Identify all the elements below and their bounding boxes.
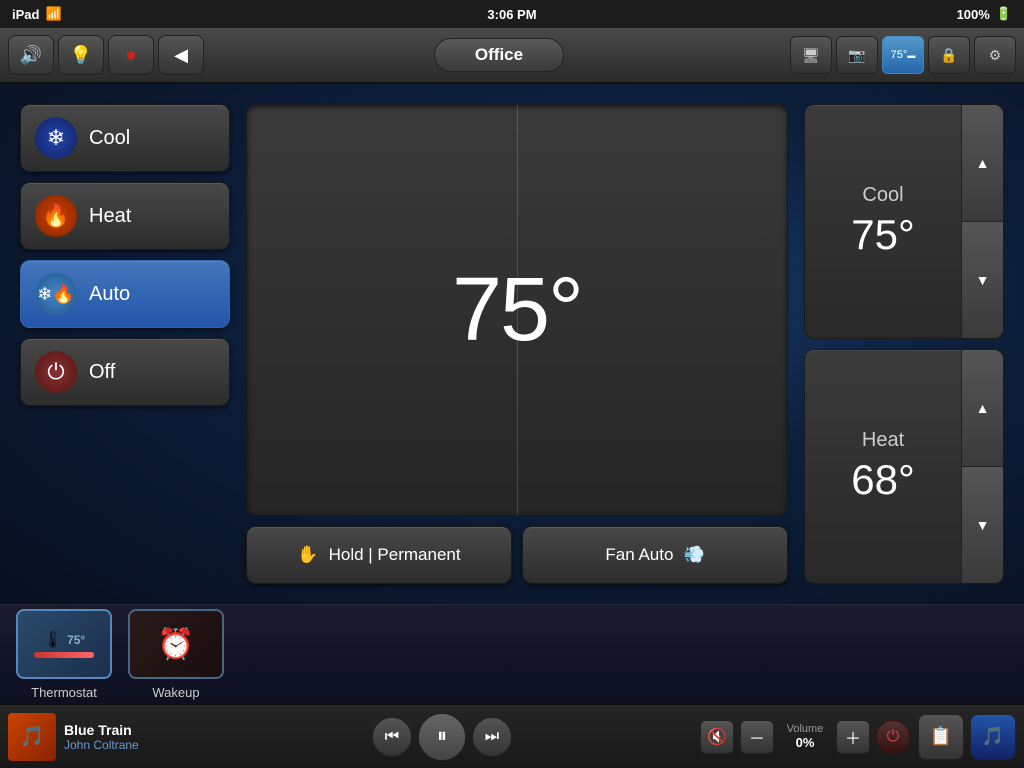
back-button[interactable]: ◀: [158, 35, 204, 75]
wifi-icon: 📶: [45, 6, 61, 22]
power-button[interactable]: ⏻: [876, 720, 910, 754]
pause-button[interactable]: ⏸: [418, 713, 466, 761]
heat-mode-label: Heat: [89, 205, 131, 228]
off-icon: ⏻: [35, 351, 77, 393]
bottom-shelf: 🌡 75° Thermostat ⏰ Wakeup: [0, 604, 1024, 704]
wakeup-shelf-label: Wakeup: [152, 685, 199, 700]
tv-icon-button[interactable]: 🖥: [790, 36, 832, 74]
right-icon-group: 🖥 📷 75°▬ 🔒 ⚙: [790, 36, 1016, 74]
cool-mode-button[interactable]: ❄ Cool: [20, 104, 230, 172]
thermostat-shelf-thumb: 🌡 75°: [16, 609, 112, 679]
device-label: iPad: [12, 7, 39, 22]
temperature-display: 75°: [246, 104, 788, 516]
heat-mode-button[interactable]: 🔥 Heat: [20, 182, 230, 250]
heat-icon: 🔥: [35, 195, 77, 237]
thermostat-shelf-item[interactable]: 🌡 75° Thermostat: [16, 609, 112, 700]
battery-icon: 🔋: [996, 6, 1012, 22]
volume-down-button[interactable]: －: [740, 720, 774, 754]
right-media-buttons: 📋 🎵: [918, 714, 1016, 760]
main-content: ❄ Cool 🔥 Heat ❄🔥 Auto ⏻ Off 75° ✋ Hold |…: [0, 84, 1024, 604]
media-bar: 🎵 Blue Train John Coltrane ⏮ ⏸ ⏭ 🔇 － Vol…: [0, 704, 1024, 768]
cool-up-button[interactable]: ▲: [961, 105, 1003, 222]
wakeup-shelf-thumb: ⏰: [128, 609, 224, 679]
time-display: 3:06 PM: [487, 7, 536, 22]
sound-button[interactable]: 🔊: [8, 35, 54, 75]
heat-setpoint-card: Heat 68° ▲ ▼: [804, 349, 1004, 584]
cool-icon: ❄: [35, 117, 77, 159]
thermostat-thumb-icon: 🌡: [43, 630, 63, 650]
mode-controls: ❄ Cool 🔥 Heat ❄🔥 Auto ⏻ Off: [20, 104, 230, 584]
album-art: 🎵: [8, 713, 56, 761]
prev-button[interactable]: ⏮: [372, 717, 412, 757]
hold-button[interactable]: ✋ Hold | Permanent: [246, 526, 512, 584]
volume-up-button[interactable]: ＋: [836, 720, 870, 754]
thermostat-thumb-temp: 75°: [67, 633, 85, 647]
wakeup-thumb-icon: ⏰: [157, 627, 194, 662]
thermostat-icon-button[interactable]: 75°▬: [882, 36, 924, 74]
lock-icon-button[interactable]: 🔒: [928, 36, 970, 74]
cool-setpoint-arrows: ▲ ▼: [961, 105, 1003, 338]
status-bar: iPad 📶 3:06 PM 100% 🔋: [0, 0, 1024, 28]
volume-label: Volume: [787, 723, 824, 735]
heat-setpoint-arrows: ▲ ▼: [961, 350, 1003, 583]
heat-up-button[interactable]: ▲: [961, 350, 1003, 467]
fan-button[interactable]: Fan Auto 💨: [522, 526, 788, 584]
camera-icon-button[interactable]: 📷: [836, 36, 878, 74]
settings-icon-button[interactable]: ⚙: [974, 36, 1016, 74]
track-artist: John Coltrane: [64, 738, 184, 752]
cool-setpoint-info: Cool 75°: [805, 176, 961, 267]
bottom-controls: ✋ Hold | Permanent Fan Auto 💨: [246, 526, 788, 584]
volume-section: 🔇 － Volume 0% ＋ ⏻: [700, 720, 910, 754]
volume-display: Volume 0%: [780, 723, 830, 750]
fan-label: Fan Auto: [605, 545, 673, 565]
music-button[interactable]: 🎵: [970, 714, 1016, 760]
volume-value: 0%: [796, 735, 815, 750]
auto-mode-label: Auto: [89, 283, 130, 306]
mute-button[interactable]: 🔇: [700, 720, 734, 754]
center-display: 75° ✋ Hold | Permanent Fan Auto 💨: [246, 104, 788, 584]
off-mode-label: Off: [89, 361, 115, 384]
fan-icon: 💨: [683, 545, 704, 565]
track-info: Blue Train John Coltrane: [64, 722, 184, 752]
next-button[interactable]: ⏭: [472, 717, 512, 757]
record-button[interactable]: ⏺: [108, 35, 154, 75]
room-title: Office: [434, 38, 564, 72]
heat-setpoint-value: 68°: [851, 456, 915, 504]
hold-label: Hold | Permanent: [329, 545, 461, 565]
setpoint-controls: Cool 75° ▲ ▼ Heat 68° ▲ ▼: [804, 104, 1004, 584]
heat-setpoint-info: Heat 68°: [805, 421, 961, 512]
thermostat-thumb-bar: [34, 652, 94, 658]
cool-down-button[interactable]: ▼: [961, 222, 1003, 338]
current-temperature: 75°: [452, 259, 582, 362]
cool-setpoint-value: 75°: [851, 211, 915, 259]
light-button[interactable]: 💡: [58, 35, 104, 75]
wakeup-shelf-item[interactable]: ⏰ Wakeup: [128, 609, 224, 700]
cool-mode-label: Cool: [89, 127, 130, 150]
auto-mode-button[interactable]: ❄🔥 Auto: [20, 260, 230, 328]
heat-setpoint-label: Heat: [862, 429, 904, 452]
cool-setpoint-card: Cool 75° ▲ ▼: [804, 104, 1004, 339]
track-title: Blue Train: [64, 722, 184, 738]
battery-display: 100%: [957, 7, 990, 22]
media-controls: ⏮ ⏸ ⏭: [192, 713, 692, 761]
playlist-button[interactable]: 📋: [918, 714, 964, 760]
heat-down-button[interactable]: ▼: [961, 467, 1003, 583]
room-title-container: Office: [208, 38, 790, 72]
top-nav: 🔊 💡 ⏺ ◀ Office 🖥 📷 75°▬ 🔒 ⚙: [0, 28, 1024, 84]
auto-icon: ❄🔥: [35, 273, 77, 315]
cool-setpoint-label: Cool: [862, 184, 903, 207]
off-mode-button[interactable]: ⏻ Off: [20, 338, 230, 406]
hold-icon: ✋: [297, 545, 318, 565]
thermostat-shelf-label: Thermostat: [31, 685, 97, 700]
